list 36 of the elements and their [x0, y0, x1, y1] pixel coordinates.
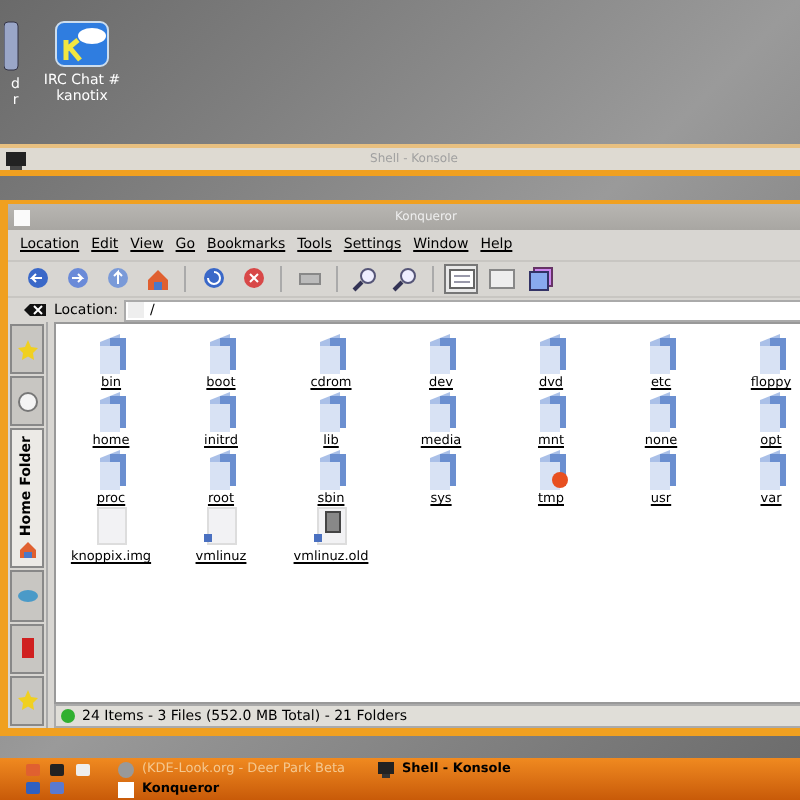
sidebar-tab[interactable]: [10, 623, 44, 674]
stop-icon: [239, 266, 267, 292]
images-button[interactable]: [524, 264, 558, 294]
reload-icon: [199, 266, 227, 292]
window-icon: [12, 207, 32, 227]
clear-location-icon: [24, 302, 48, 318]
zoom-out-button[interactable]: [388, 264, 422, 294]
sidebar-tab[interactable]: [10, 324, 44, 375]
list-view-icon: [487, 266, 515, 292]
up-icon: [103, 266, 131, 292]
terminal-icon: [4, 149, 28, 169]
sidebar-tab[interactable]: [10, 675, 44, 727]
circle-icon: [15, 389, 39, 414]
chat-icon: [54, 20, 110, 68]
home-icon: [17, 540, 37, 561]
icon-view-icon: [447, 266, 475, 292]
page-icon: [127, 302, 144, 318]
window-icon: [4, 20, 20, 72]
file-icon: [201, 504, 241, 548]
back-icon: [23, 266, 51, 292]
status-light-icon: [60, 708, 76, 724]
terminal-icon: [376, 759, 396, 779]
images-icon: [527, 266, 555, 292]
window-icon: [116, 779, 136, 799]
home-icon: [143, 266, 171, 292]
sidebar-tab[interactable]: [10, 570, 44, 622]
zoom-out-icon: [391, 266, 419, 292]
trash-file-icon: [311, 504, 351, 548]
star-icon: [15, 688, 39, 713]
zoom-in-button[interactable]: [348, 264, 382, 294]
forward-icon: [63, 266, 91, 292]
file-icon: [91, 504, 131, 548]
zoom-in-icon: [351, 266, 379, 292]
sidebar-tab[interactable]: [10, 376, 44, 427]
star-icon: [15, 337, 39, 362]
icon-view-button[interactable]: [444, 264, 478, 294]
